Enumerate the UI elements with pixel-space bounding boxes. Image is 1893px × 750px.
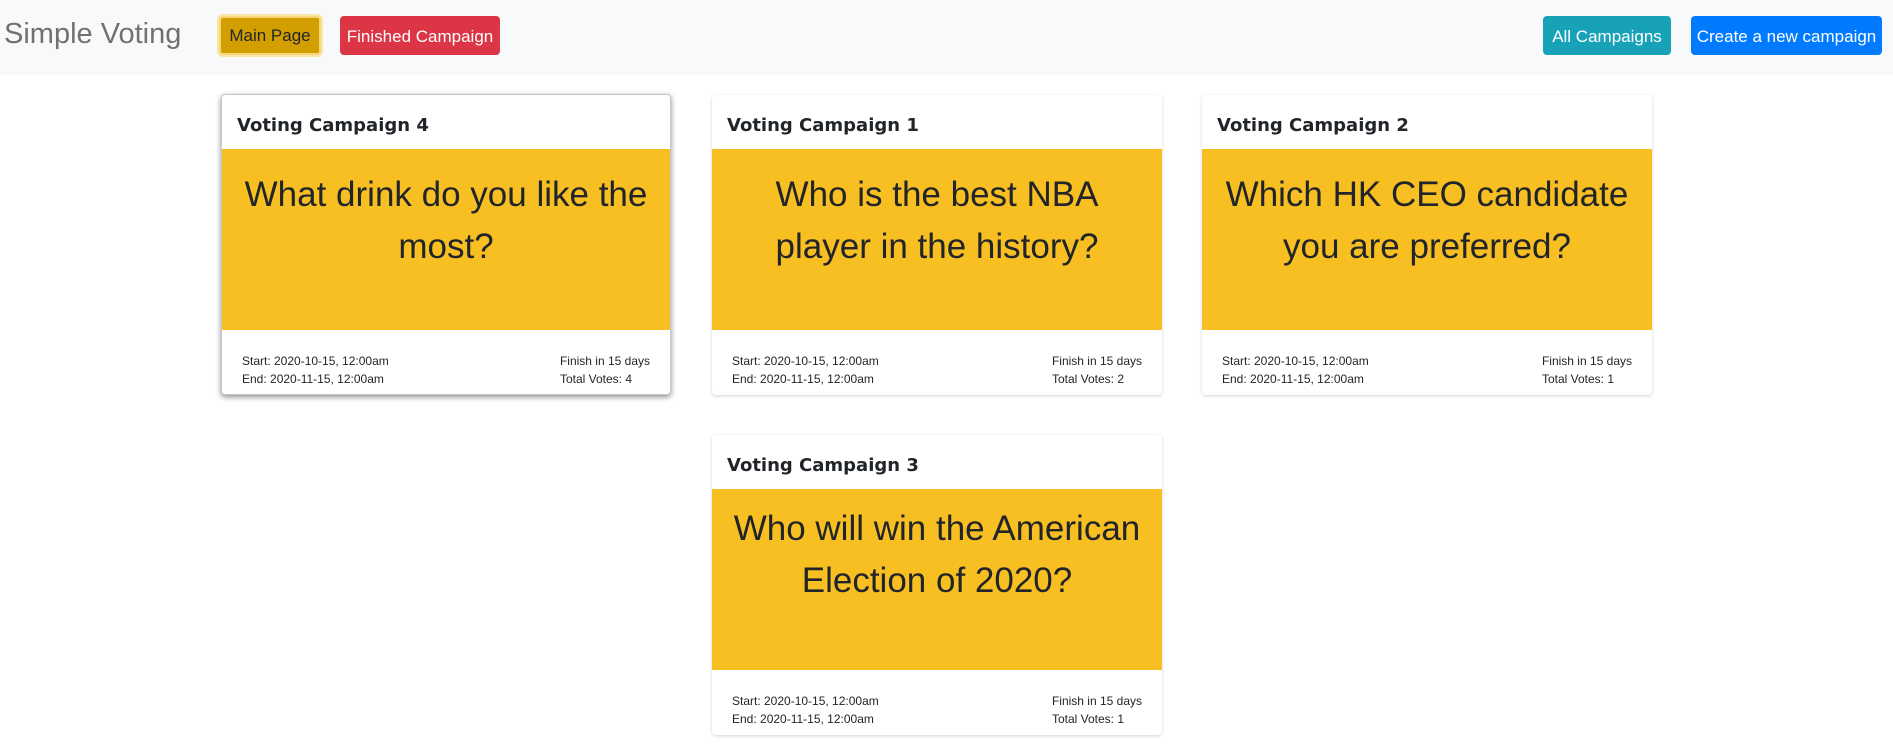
campaign-finish: Finish in 15 days [559,354,650,368]
campaign-card[interactable]: Voting Campaign 2 Which HK CEO candidate… [1202,95,1652,395]
campaign-start: Start: 2020-10-15, 12:00am [1222,354,1369,368]
campaign-card[interactable]: Voting Campaign 4 What drink do you like… [221,94,671,395]
finished-campaign-button[interactable]: Finished Campaign [340,16,500,55]
campaign-question: Which HK CEO candidate you are preferred… [1202,149,1652,330]
campaign-stats: Finish in 15 days Total Votes: 1 [1052,692,1142,728]
campaign-end: End: 2020-11-15, 12:00am [1222,372,1364,386]
campaign-dates: Start: 2020-10-15, 12:00am End: 2020-11-… [242,352,389,388]
campaign-start: Start: 2020-10-15, 12:00am [732,354,879,368]
campaign-stats: Finish in 15 days Total Votes: 4 [560,352,650,388]
campaign-footer: Start: 2020-10-15, 12:00am End: 2020-11-… [712,330,1162,394]
campaign-votes: Total Votes: 2 [1051,372,1124,386]
all-campaigns-button[interactable]: All Campaigns [1543,16,1671,55]
campaign-title: Voting Campaign 4 [237,115,429,136]
campaign-footer: Start: 2020-10-15, 12:00am End: 2020-11-… [1202,330,1652,394]
campaign-title: Voting Campaign 3 [727,455,919,476]
campaign-dates: Start: 2020-10-15, 12:00am End: 2020-11-… [732,352,879,388]
campaign-votes: Total Votes: 1 [1051,712,1124,726]
campaign-end: End: 2020-11-15, 12:00am [242,372,384,386]
campaign-question: Who will win the American Election of 20… [712,489,1162,670]
campaign-question: What drink do you like the most? [222,149,670,330]
campaign-votes: Total Votes: 1 [1541,372,1614,386]
campaign-end: End: 2020-11-15, 12:00am [732,712,874,726]
campaign-question: Who is the best NBA player in the histor… [712,149,1162,330]
campaign-footer: Start: 2020-10-15, 12:00am End: 2020-11-… [712,670,1162,734]
campaign-finish: Finish in 15 days [1051,354,1142,368]
campaign-card[interactable]: Voting Campaign 1 Who is the best NBA pl… [712,95,1162,395]
campaign-footer: Start: 2020-10-15, 12:00am End: 2020-11-… [222,330,670,394]
campaign-stats: Finish in 15 days Total Votes: 2 [1052,352,1142,388]
campaign-end: End: 2020-11-15, 12:00am [732,372,874,386]
create-campaign-button[interactable]: Create a new campaign [1691,16,1882,55]
campaign-start: Start: 2020-10-15, 12:00am [242,354,389,368]
campaign-stats: Finish in 15 days Total Votes: 1 [1542,352,1632,388]
main-page-button[interactable]: Main Page [219,16,321,55]
navbar: Simple Voting Main Page Finished Campaig… [0,0,1893,75]
campaign-dates: Start: 2020-10-15, 12:00am End: 2020-11-… [1222,352,1369,388]
campaign-finish: Finish in 15 days [1541,354,1632,368]
campaign-votes: Total Votes: 4 [559,372,632,386]
brand-title[interactable]: Simple Voting [4,16,181,52]
campaign-dates: Start: 2020-10-15, 12:00am End: 2020-11-… [732,692,879,728]
campaign-card[interactable]: Voting Campaign 3 Who will win the Ameri… [712,435,1162,735]
campaign-title: Voting Campaign 1 [727,115,919,136]
campaign-title: Voting Campaign 2 [1217,115,1409,136]
campaign-finish: Finish in 15 days [1051,694,1142,708]
campaign-start: Start: 2020-10-15, 12:00am [732,694,879,708]
